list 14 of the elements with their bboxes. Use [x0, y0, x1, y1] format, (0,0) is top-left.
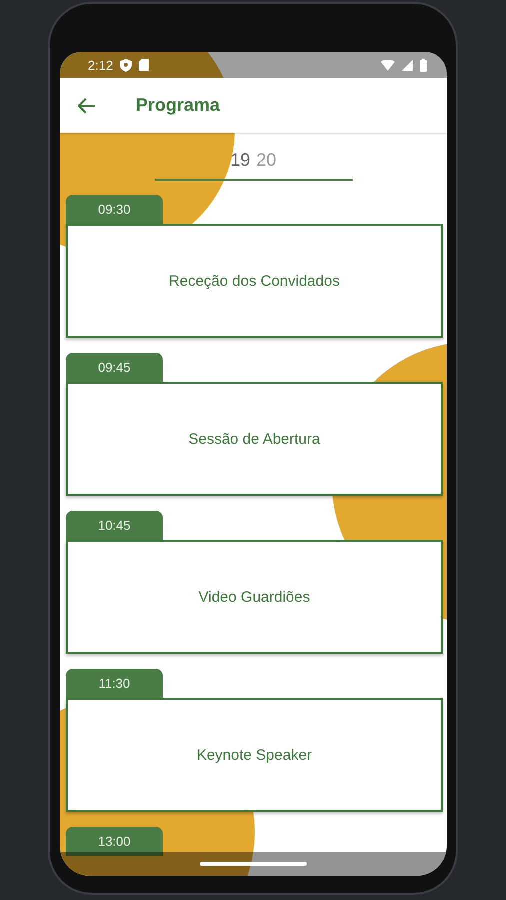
home-handle[interactable]: [200, 862, 307, 866]
status-time: 2:12: [88, 58, 114, 72]
screen-title: Programa: [136, 95, 220, 116]
battery-icon: [420, 58, 427, 72]
wifi-icon: [381, 60, 395, 70]
day-tab[interactable]: 20: [256, 150, 277, 171]
shield-icon: [120, 58, 132, 72]
event-card[interactable]: Keynote Speaker: [66, 698, 443, 812]
event-card[interactable]: Video Guardiões: [66, 540, 443, 654]
event-card[interactable]: Sessão de Abertura: [66, 382, 443, 496]
day-tab[interactable]: 19: [230, 150, 250, 171]
sd-card-icon: [139, 59, 150, 71]
event-card[interactable]: Receção dos Convidados: [66, 224, 443, 338]
signal-icon: [402, 60, 413, 70]
